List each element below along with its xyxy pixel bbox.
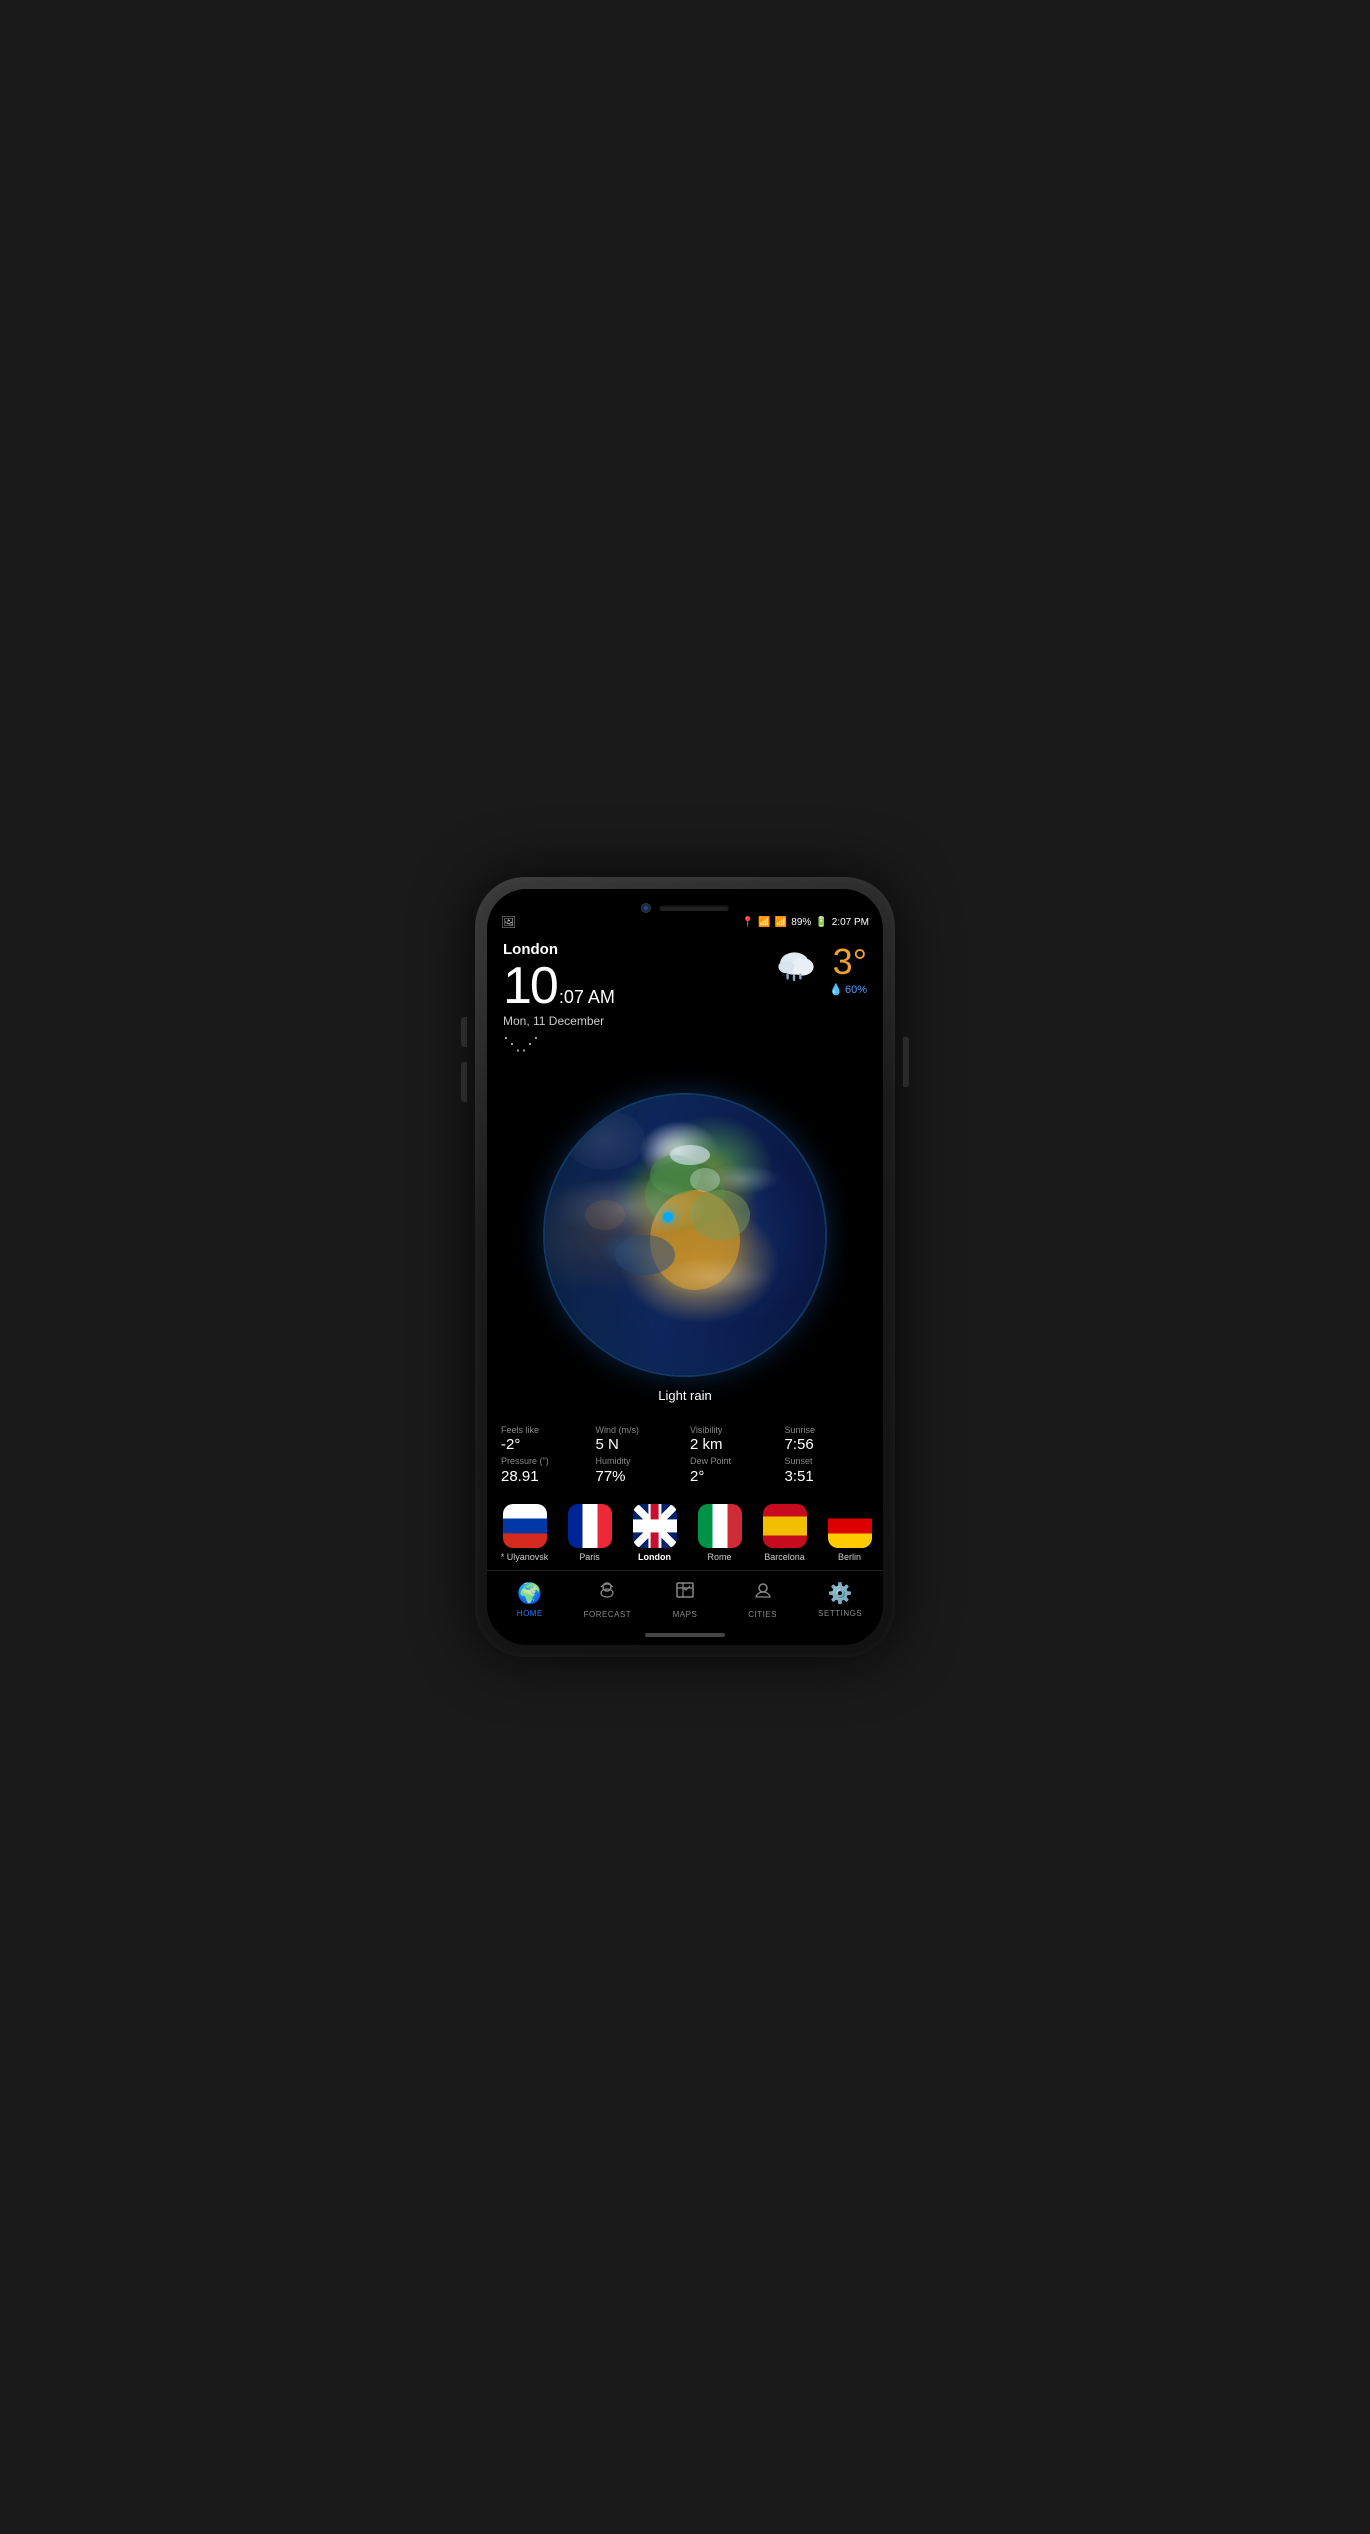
bottom-navigation: 🌍 HOME FORECAST [487,1570,883,1629]
maps-label: MAPS [673,1610,698,1619]
settings-icon: ⚙️ [828,1581,853,1606]
wind-item: Wind (m/s) 5 N Humidity 77% [592,1423,685,1488]
city-item-label: * Ulyanovsk [501,1552,549,1562]
speaker-grille [659,905,729,911]
time-display-big: 10 [503,960,557,1012]
home-icon: 🌍 [517,1581,542,1606]
cities-strip[interactable]: * Ulyanovsk Paris London [487,1496,883,1570]
home-label: HOME [517,1609,543,1618]
date-display: Mon, 11 December [503,1014,615,1028]
cities-label: CITIES [748,1610,777,1619]
forecast-icon [596,1579,618,1607]
precipitation-pct: 60% [845,984,867,996]
globe-visualization[interactable]: Light rain [487,1055,883,1415]
home-indicator [645,1633,725,1637]
list-item[interactable]: Paris [562,1504,617,1562]
wifi-icon: 📶 [758,917,770,928]
russia-flag [503,1504,547,1548]
city-item-label: Berlin [838,1552,861,1562]
nav-maps[interactable]: MAPS [646,1579,724,1619]
camera-icon [641,903,651,913]
sunrise-item: Sunrise 7:56 Sunset 3:51 [781,1423,874,1488]
italy-flag [698,1504,742,1548]
city-item-label: Paris [579,1552,600,1562]
power-button[interactable] [903,1037,909,1087]
raindrop-icon: 💧 [829,983,843,996]
battery-pct: 89% [791,917,811,928]
city-name: London [503,941,615,958]
location-icon: 📍 [742,917,754,928]
maps-icon [674,1579,696,1607]
nav-forecast[interactable]: FORECAST [569,1579,647,1619]
city-item-label: Barcelona [764,1552,805,1562]
phone-screen: 🖼 📍 📶 📶 89% 🔋 2:07 PM London 10 [487,889,883,1645]
list-item[interactable]: Rome [692,1504,747,1562]
time-display-small: :07 AM [559,987,615,1008]
spain-flag [763,1504,807,1548]
visibility-item: Visibility 2 km Dew Point 2° [686,1423,779,1488]
germany-flag [828,1504,872,1548]
weather-details-grid: Feels like -2° Pressure (") 28.91 Wind (… [487,1415,883,1496]
earth-globe [545,1095,825,1375]
city-item-label: London [638,1552,671,1562]
france-flag [568,1504,612,1548]
london-marker [663,1212,673,1222]
feels-like-item: Feels like -2° Pressure (") 28.91 [497,1423,590,1488]
volume-down-button[interactable] [461,1062,467,1102]
signal-icon: 📶 [775,917,787,928]
settings-label: SETTINGS [818,1609,862,1618]
list-item[interactable]: London [627,1504,682,1562]
battery-icon: 🔋 [815,917,827,928]
uk-flag [633,1504,677,1548]
nav-settings[interactable]: ⚙️ SETTINGS [801,1581,879,1618]
forecast-label: FORECAST [584,1610,632,1619]
image-icon: 🖼 [501,915,521,929]
nav-cities[interactable]: CITIES [724,1579,802,1619]
cloud-rain-icon [771,946,821,991]
list-item[interactable]: Berlin [822,1504,877,1562]
list-item[interactable]: Barcelona [757,1504,812,1562]
city-item-label: Rome [707,1552,731,1562]
phone-device: 🖼 📍 📶 📶 89% 🔋 2:07 PM London 10 [475,877,895,1657]
status-time: 2:07 PM [832,917,869,928]
nav-home[interactable]: 🌍 HOME [491,1581,569,1618]
volume-up-button[interactable] [461,1017,467,1047]
cities-icon [752,1579,774,1607]
share-icon[interactable]: ⋱⋰ [503,1034,615,1055]
temperature-display: 3° [829,941,867,983]
list-item[interactable]: * Ulyanovsk [497,1504,552,1562]
condition-label: Light rain [658,1388,711,1403]
status-bar-right: 📍 📶 📶 89% 🔋 2:07 PM [742,917,869,928]
